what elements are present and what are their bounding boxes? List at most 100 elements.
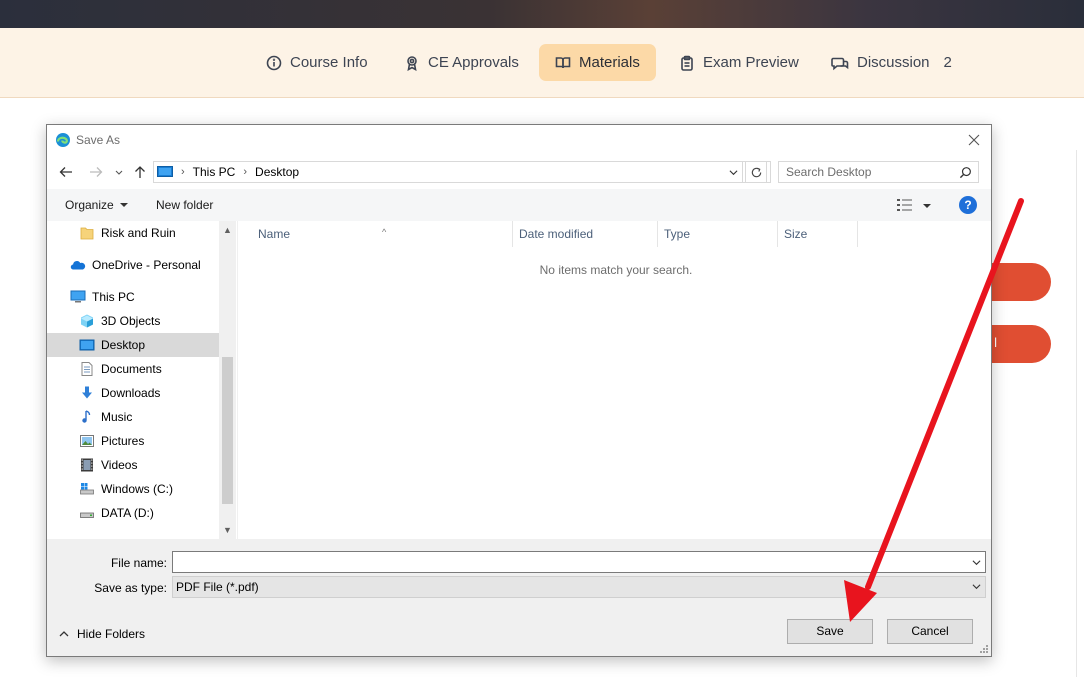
primary-action-button[interactable] <box>990 263 1051 301</box>
refresh-icon <box>751 167 762 178</box>
discussion-count-badge: 2 <box>943 54 952 71</box>
chevron-down-icon[interactable] <box>972 558 981 567</box>
secondary-action-button[interactable]: l <box>990 325 1051 363</box>
tab-discussion[interactable]: Discussion 2 <box>815 44 968 81</box>
chevron-up-icon <box>59 631 69 637</box>
navigation-pane: Risk and Ruin OneDrive - Personal This P… <box>47 221 237 539</box>
breadcrumb-desktop[interactable]: Desktop <box>255 165 299 179</box>
address-dropdown[interactable] <box>725 161 743 183</box>
book-icon <box>555 56 571 68</box>
scrollbar-thumb[interactable] <box>222 357 233 504</box>
nav-item-label: Videos <box>101 458 138 472</box>
nav-item-desktop[interactable]: Desktop <box>47 333 219 357</box>
search-icon[interactable] <box>959 166 972 179</box>
cancel-button[interactable]: Cancel <box>887 619 973 644</box>
nav-item-videos[interactable]: Videos <box>47 453 219 477</box>
close-icon[interactable] <box>966 132 982 148</box>
nav-item-this-pc[interactable]: This PC <box>47 285 219 309</box>
music-icon <box>82 410 91 423</box>
videos-icon <box>81 458 93 472</box>
nav-item-risk-and-ruin[interactable]: Risk and Ruin <box>47 221 219 245</box>
search-input[interactable] <box>779 162 959 182</box>
resize-grip-icon[interactable] <box>979 644 989 654</box>
drive-d-icon <box>80 512 94 518</box>
chevron-down-icon <box>972 584 981 590</box>
nav-item-downloads[interactable]: Downloads <box>47 381 219 405</box>
content-divider <box>1076 150 1077 677</box>
forward-arrow-icon[interactable] <box>88 164 104 180</box>
save-as-dialog: Save As › This PC › Desktop Search Deskt… <box>46 124 992 657</box>
column-header-date-modified[interactable]: Date modified <box>513 221 658 247</box>
nav-item-onedrive[interactable]: OneDrive - Personal <box>47 253 219 277</box>
dialog-title-bar[interactable]: Save As <box>47 125 991 155</box>
nav-item-label: Music <box>101 410 133 424</box>
file-name-input[interactable] <box>173 552 963 572</box>
nav-item-label: Desktop <box>101 338 146 352</box>
drive-c-icon <box>80 483 94 495</box>
scroll-up-icon[interactable]: ▲ <box>223 225 232 235</box>
address-bar[interactable]: › This PC › Desktop <box>153 161 771 183</box>
tab-course-info[interactable]: Course Info <box>250 44 384 81</box>
nav-item-label: OneDrive - Personal <box>92 258 201 272</box>
save-button[interactable]: Save <box>787 619 873 644</box>
course-tab-bar: Course Info CE Approvals Materials Exam … <box>0 28 1084 98</box>
tab-exam-preview[interactable]: Exam Preview <box>663 44 815 81</box>
edge-browser-icon <box>56 133 70 147</box>
column-label: Size <box>784 227 808 241</box>
column-header-type[interactable]: Type <box>658 221 778 247</box>
tab-materials[interactable]: Materials <box>539 44 656 81</box>
refresh-button[interactable] <box>745 161 767 183</box>
hide-folders-toggle[interactable]: Hide Folders <box>59 627 145 641</box>
documents-icon <box>81 362 93 376</box>
save-as-type-select[interactable]: PDF File (*.pdf) <box>172 576 986 598</box>
organize-menu[interactable]: Organize <box>65 198 128 212</box>
tab-label: Exam Preview <box>703 54 799 71</box>
view-options-icon[interactable] <box>896 198 914 212</box>
search-box[interactable] <box>778 161 979 183</box>
onedrive-icon <box>70 261 86 270</box>
file-name-field[interactable] <box>172 551 986 573</box>
breadcrumb-separator: › <box>243 166 248 178</box>
column-header-name[interactable]: ^ Name <box>238 221 513 247</box>
nav-item-windows-c[interactable]: Windows (C:) <box>47 477 219 501</box>
scroll-down-icon[interactable]: ▼ <box>223 525 232 535</box>
chevron-down-icon <box>729 170 738 176</box>
navigation-scrollbar[interactable]: ▲ ▼ <box>219 221 236 539</box>
tab-label: CE Approvals <box>428 54 519 71</box>
breadcrumb-separator: › <box>181 166 185 178</box>
help-icon[interactable]: ? <box>959 196 977 214</box>
nav-item-label: Downloads <box>101 386 161 400</box>
nav-item-music[interactable]: Music <box>47 405 219 429</box>
nav-item-data-d[interactable]: DATA (D:) <box>47 501 219 525</box>
column-label: Name <box>258 227 291 241</box>
nav-item-label: Risk and Ruin <box>101 226 176 240</box>
info-icon <box>266 55 282 70</box>
tab-label: Materials <box>579 54 640 71</box>
nav-item-pictures[interactable]: Pictures <box>47 429 219 453</box>
view-caret-down-icon[interactable] <box>923 204 931 208</box>
new-folder-button[interactable]: New folder <box>156 198 213 212</box>
hide-folders-label: Hide Folders <box>77 627 146 641</box>
recent-locations-chevron-icon[interactable] <box>114 164 124 180</box>
chat-icon <box>831 57 849 70</box>
tab-ce-approvals[interactable]: CE Approvals <box>388 44 535 81</box>
button-label-fragment: l <box>994 335 997 350</box>
up-arrow-icon[interactable] <box>132 164 148 180</box>
command-bar: Organize New folder ? <box>47 189 991 221</box>
dialog-title: Save As <box>76 133 121 147</box>
nav-item-label: 3D Objects <box>101 314 161 328</box>
computer-icon <box>157 166 173 177</box>
folder-icon <box>80 227 94 240</box>
file-list-pane[interactable]: ^ Name Date modified Type Size No items … <box>237 221 991 539</box>
breadcrumb-this-pc[interactable]: This PC <box>193 165 236 179</box>
nav-item-3d-objects[interactable]: 3D Objects <box>47 309 219 333</box>
column-header-size[interactable]: Size <box>778 221 858 247</box>
nav-item-label: Pictures <box>101 434 145 448</box>
save-as-type-label: Save as type: <box>94 581 167 595</box>
save-as-type-value: PDF File (*.pdf) <box>176 580 259 594</box>
back-arrow-icon[interactable] <box>58 164 74 180</box>
pictures-icon <box>80 435 94 447</box>
nav-item-label: This PC <box>92 290 135 304</box>
nav-item-documents[interactable]: Documents <box>47 357 219 381</box>
desktop-icon <box>79 339 95 351</box>
